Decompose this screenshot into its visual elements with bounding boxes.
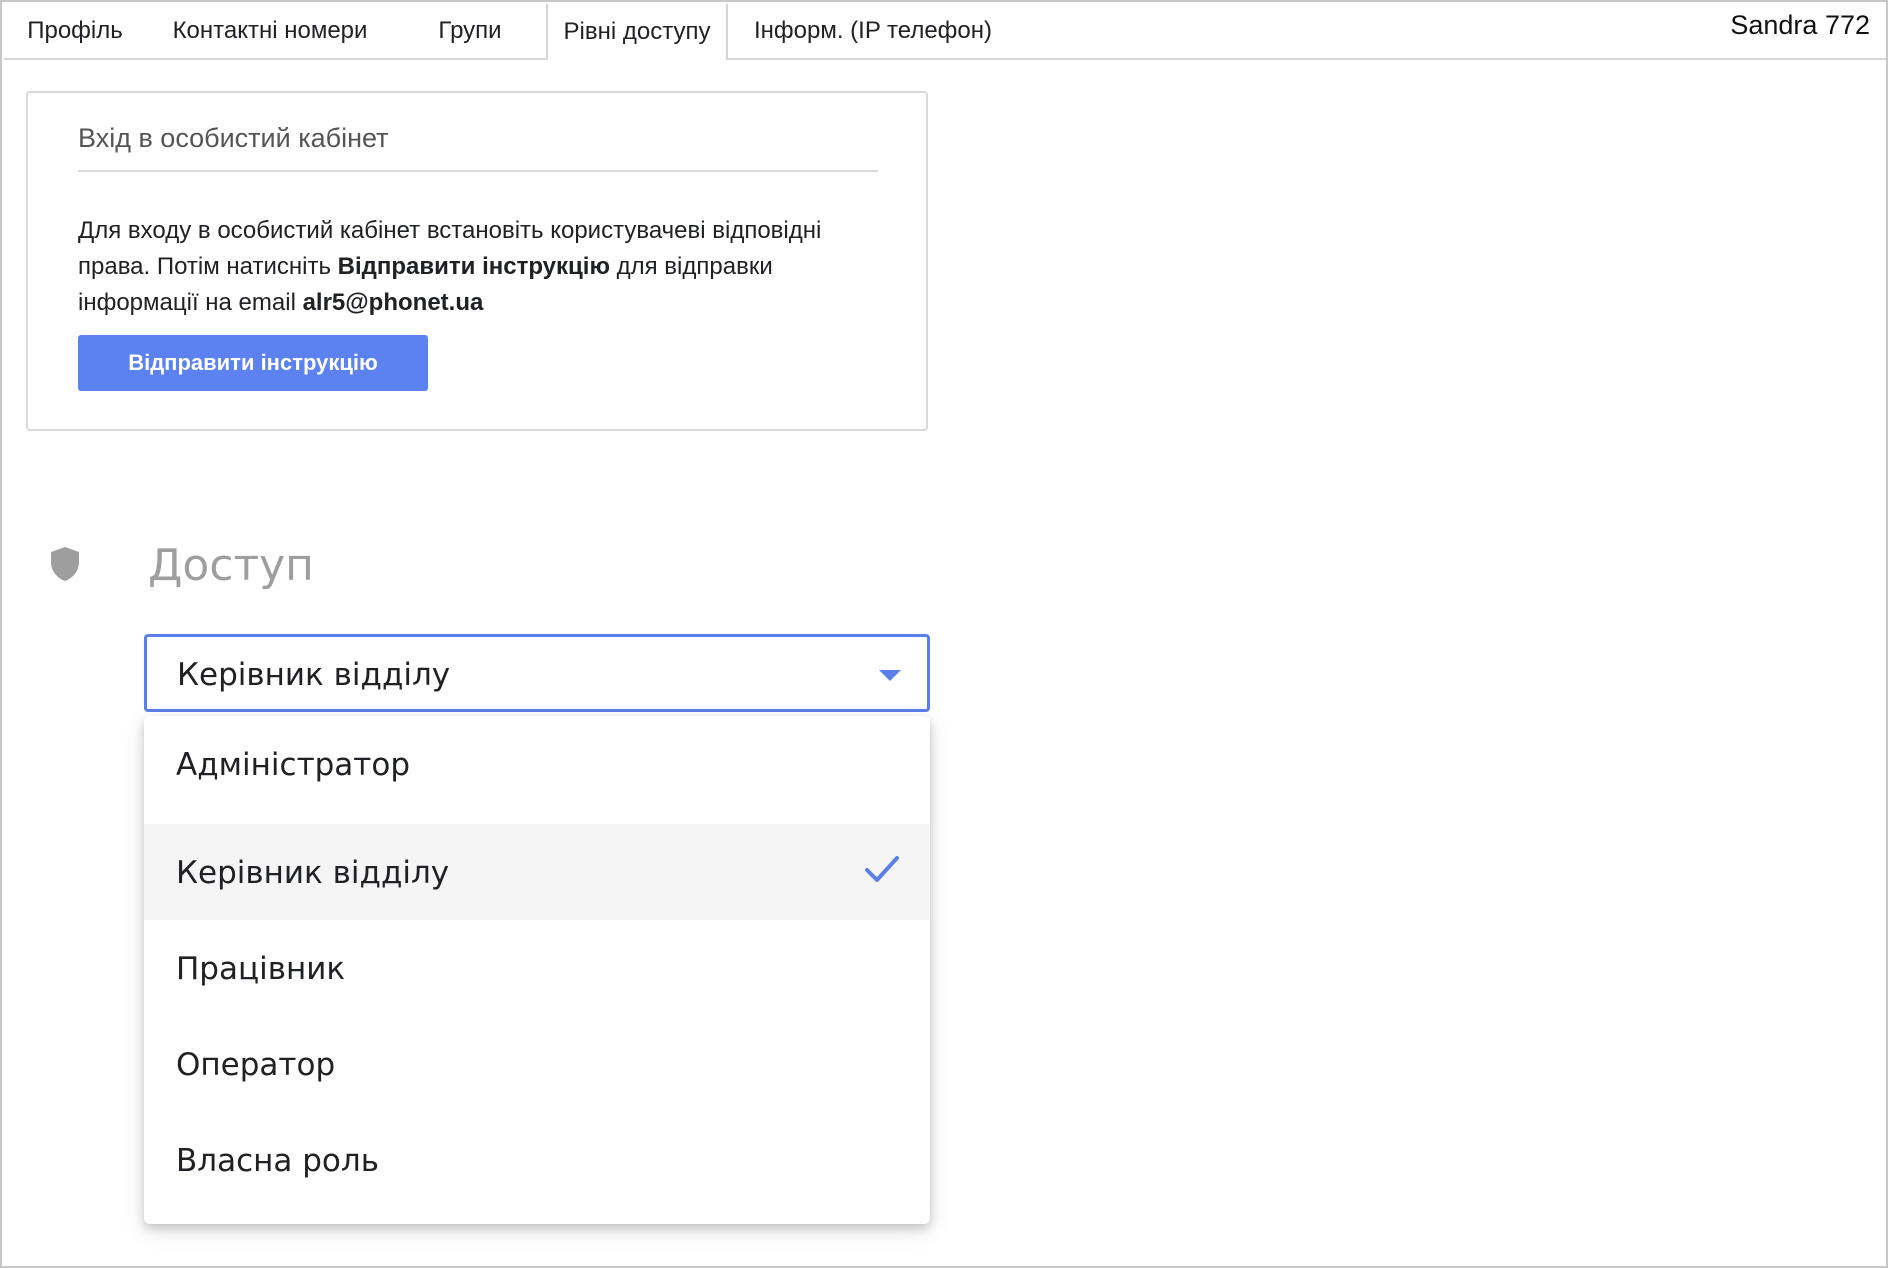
role-option-employee[interactable]: Працівник <box>144 920 930 1016</box>
card-instructions: Для входу в особистий кабінет встановіть… <box>78 213 878 321</box>
personal-cabinet-card: Вхід в особистий кабінет Для входу в осо… <box>26 91 928 431</box>
role-option-custom-role[interactable]: Власна роль <box>144 1112 930 1208</box>
send-instructions-button[interactable]: Відправити інструкцію <box>78 335 428 391</box>
tab-label: Групи <box>438 17 502 44</box>
option-label: Оператор <box>176 1047 336 1083</box>
shield-icon <box>51 547 79 581</box>
selected-role-value: Керівник відділу <box>177 657 451 693</box>
current-user-label: Sandra 772 <box>1730 10 1870 40</box>
option-label: Власна роль <box>176 1143 379 1179</box>
tab-label: Профіль <box>27 17 123 44</box>
tab-label: Інформ. (IP телефон) <box>753 17 993 44</box>
option-label: Керівник відділу <box>176 855 450 891</box>
tab-label: Рівні доступу <box>563 18 711 45</box>
role-option-operator[interactable]: Оператор <box>144 1016 930 1112</box>
tab-profile[interactable]: Профіль <box>4 4 146 58</box>
tab-label: Контактні номери <box>172 17 368 44</box>
option-label: Працівник <box>176 951 346 987</box>
tab-ip-phone-info[interactable]: Інформ. (IP телефон) <box>728 4 1018 58</box>
instructions-action-name: Відправити інструкцію <box>337 253 610 280</box>
role-option-department-head[interactable]: Керівник відділу <box>144 824 930 920</box>
access-role-select[interactable]: Керівник відділу <box>144 634 930 712</box>
tab-access-levels[interactable]: Рівні доступу <box>546 4 728 60</box>
card-divider <box>78 170 878 172</box>
checkmark-icon <box>865 856 899 882</box>
caret-down-icon <box>879 670 901 681</box>
option-label: Адміністратор <box>176 747 410 783</box>
card-title: Вхід в особистий кабінет <box>78 123 389 153</box>
app-window: Профіль Контактні номери Групи Рівні дос… <box>0 0 1888 1268</box>
tab-bar: Профіль Контактні номери Групи Рівні дос… <box>4 4 1886 60</box>
tab-contact-numbers[interactable]: Контактні номери <box>146 4 394 58</box>
role-option-administrator[interactable]: Адміністратор <box>144 716 930 812</box>
tab-groups[interactable]: Групи <box>394 4 546 58</box>
access-section-title: Доступ <box>148 540 314 591</box>
user-email: alr5@phonet.ua <box>302 289 484 316</box>
access-role-dropdown: Адміністратор Керівник відділу Працівник… <box>144 716 930 1224</box>
